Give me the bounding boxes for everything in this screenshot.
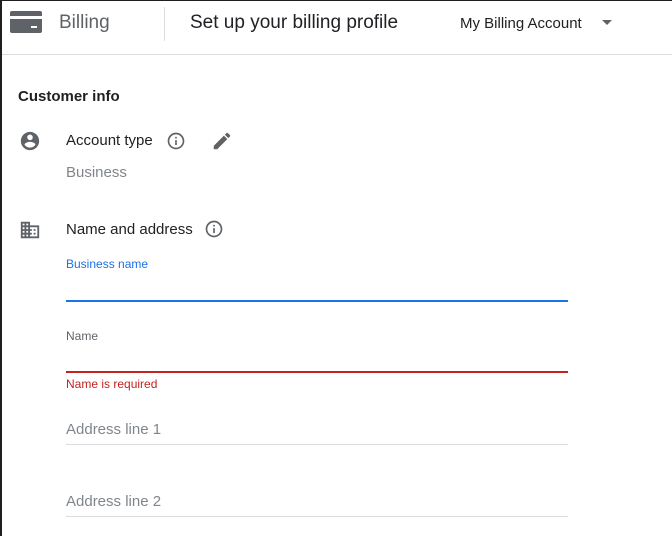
pencil-icon[interactable] bbox=[211, 130, 233, 152]
address-line-1-underline bbox=[66, 444, 568, 445]
name-and-address-info-icon[interactable] bbox=[204, 219, 224, 239]
header-divider bbox=[164, 7, 165, 41]
business-building-icon bbox=[20, 221, 40, 239]
account-type-label: Account type bbox=[66, 132, 153, 149]
address-line-2-field bbox=[66, 489, 568, 519]
name-field: Name Name is required bbox=[66, 328, 568, 394]
name-label: Name bbox=[66, 329, 99, 343]
business-name-field: Business name bbox=[66, 256, 568, 304]
business-name-label: Business name bbox=[66, 257, 149, 271]
business-name-input[interactable] bbox=[66, 276, 568, 298]
address-line-1-input[interactable] bbox=[66, 418, 568, 440]
account-type-info-icon[interactable] bbox=[166, 131, 186, 151]
credit-card-icon bbox=[10, 11, 42, 33]
caret-down-icon bbox=[602, 20, 612, 25]
name-and-address-label: Name and address bbox=[66, 221, 193, 238]
page-title: Set up your billing profile bbox=[190, 12, 399, 33]
account-type-value: Business bbox=[66, 164, 127, 181]
address-line-1-field bbox=[66, 417, 568, 447]
name-error-message: Name is required bbox=[66, 377, 158, 391]
billing-account-selector[interactable]: My Billing Account bbox=[452, 7, 622, 39]
name-underline bbox=[66, 371, 568, 373]
app-name: Billing bbox=[59, 12, 110, 33]
app-header: Billing Set up your billing profile My B… bbox=[2, 1, 672, 55]
business-name-underline bbox=[66, 300, 568, 302]
account-circle-icon bbox=[20, 131, 40, 151]
billing-account-name: My Billing Account bbox=[460, 15, 582, 32]
address-line-2-underline bbox=[66, 516, 568, 517]
section-title: Customer info bbox=[18, 88, 120, 105]
address-line-2-input[interactable] bbox=[66, 490, 568, 512]
window-frame-left bbox=[0, 0, 2, 536]
name-input[interactable] bbox=[66, 348, 568, 370]
